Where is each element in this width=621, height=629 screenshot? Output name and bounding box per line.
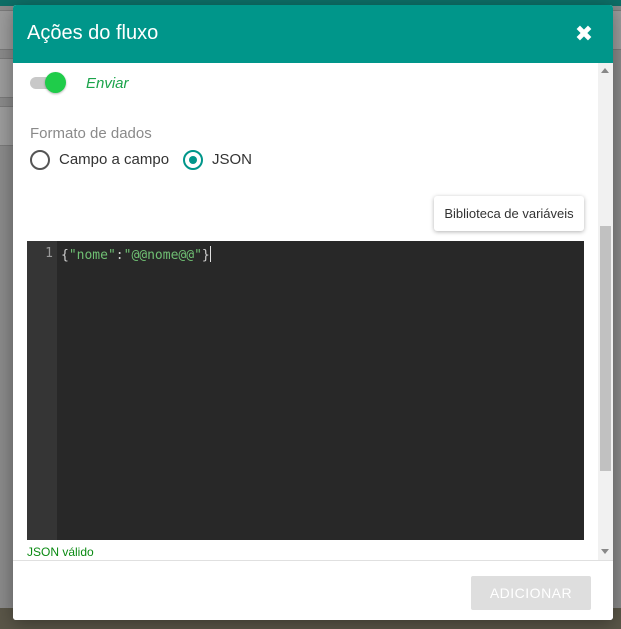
dialog-footer: ADICIONAR (13, 560, 613, 620)
code-brace-open: { (61, 248, 69, 263)
code-value: "@@nome@@" (123, 248, 202, 263)
text-cursor (209, 246, 211, 262)
close-icon[interactable]: ✖ (573, 23, 595, 45)
dialog-body: Enviar Formato de dados Campo a campo JS… (13, 63, 613, 560)
code-key: "nome" (68, 248, 116, 263)
code-brace-close: } (201, 248, 210, 263)
radio-field-by-field[interactable]: Campo a campo (30, 149, 180, 173)
radio-json[interactable]: JSON (183, 149, 263, 173)
send-toggle-label: Enviar (86, 75, 129, 92)
radio-label: JSON (212, 151, 253, 168)
arrow-up-icon[interactable] (601, 68, 609, 73)
dialog-scrollbar[interactable] (598, 63, 613, 560)
scrollbar-thumb[interactable] (600, 226, 611, 471)
backdrop-field (612, 10, 621, 50)
radio-checked-icon (183, 150, 203, 170)
flow-actions-dialog: Ações do fluxo ✖ Enviar Formato de dados… (13, 5, 613, 620)
add-button[interactable]: ADICIONAR (471, 576, 591, 610)
json-validation-status: JSON válido (27, 545, 94, 559)
radio-unchecked-icon (30, 150, 50, 170)
send-toggle[interactable] (30, 72, 66, 93)
variable-library-button[interactable]: Biblioteca de variáveis (434, 196, 584, 231)
arrow-down-icon[interactable] (601, 549, 609, 554)
code-line[interactable]: {"nome":"@@nome@@"} (61, 246, 211, 263)
dialog-title: Ações do fluxo (27, 22, 159, 44)
dialog-header: Ações do fluxo ✖ (13, 5, 613, 63)
toggle-knob (45, 72, 66, 93)
data-format-label: Formato de dados (30, 125, 152, 142)
radio-dot (189, 156, 197, 164)
json-code-editor[interactable]: 1 {"nome":"@@nome@@"} (27, 241, 584, 540)
code-colon: : (115, 248, 124, 263)
radio-label: Campo a campo (59, 151, 170, 168)
editor-gutter: 1 (27, 241, 57, 540)
line-number: 1 (45, 246, 53, 261)
